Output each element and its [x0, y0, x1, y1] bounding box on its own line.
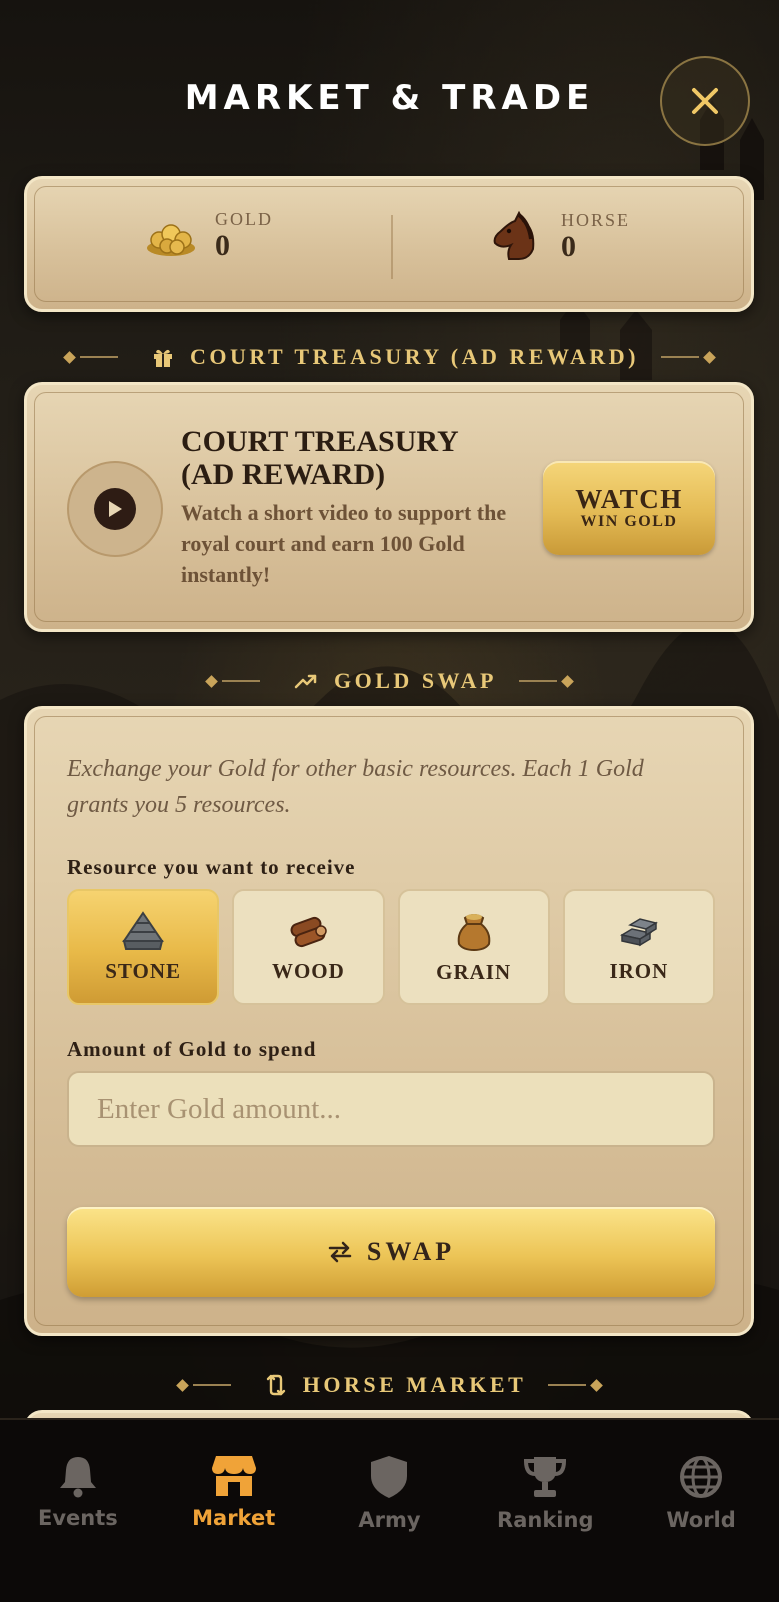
- nav-item-world[interactable]: World: [626, 1420, 776, 1532]
- nav-label: Army: [358, 1508, 421, 1532]
- horse-market-heading: HORSE MARKET: [0, 1372, 779, 1398]
- amount-label: Amount of Gold to spend: [67, 1037, 317, 1061]
- resource-option-label: WOOD: [271, 958, 345, 983]
- swap-arrows-icon: [328, 1241, 352, 1263]
- swap-description: Exchange your Gold for other basic resou…: [67, 756, 644, 818]
- ad-reward-title: COURT TREASURY (AD REWARD): [181, 425, 458, 491]
- swap-button[interactable]: SWAP: [67, 1207, 715, 1297]
- wood-icon: [290, 916, 328, 947]
- resource-option-stone[interactable]: STONE: [67, 889, 220, 1005]
- gold-coins-icon: [147, 223, 195, 256]
- nav-label: Ranking: [497, 1508, 594, 1532]
- globe-icon: [680, 1456, 723, 1498]
- grain-sack-icon: [457, 913, 490, 951]
- horse-head-icon: [493, 210, 535, 260]
- court-treasury-heading: COURT TREASURY (AD REWARD): [0, 344, 779, 370]
- resource-option-grain[interactable]: GRAIN: [397, 889, 550, 1005]
- resource-option-iron[interactable]: IRON: [562, 889, 715, 1005]
- close-button[interactable]: [660, 56, 750, 146]
- nav-item-events[interactable]: Events: [3, 1420, 153, 1530]
- gold-resource: GOLD 0: [145, 209, 273, 262]
- gold-swap-panel: Exchange your Gold for other basic resou…: [24, 706, 754, 1336]
- iron-ingot-icon: [619, 917, 658, 946]
- resource-divider: [391, 215, 393, 279]
- shield-icon: [371, 1456, 408, 1498]
- gold-label: GOLD: [215, 209, 273, 229]
- horse-market-heading-text: HORSE MARKET: [302, 1372, 527, 1397]
- resource-option-label: GRAIN: [436, 959, 512, 984]
- play-icon: [109, 501, 122, 517]
- watch-ad-button[interactable]: WATCH WIN GOLD: [543, 461, 715, 555]
- nav-label: Market: [192, 1506, 276, 1530]
- nav-label: Events: [38, 1506, 118, 1530]
- bell-icon: [59, 1457, 96, 1498]
- gold-value: 0: [215, 229, 230, 262]
- gold-amount-input[interactable]: [67, 1071, 715, 1147]
- resource-option-wood[interactable]: WOOD: [232, 889, 385, 1005]
- exchange-icon: [266, 1374, 285, 1396]
- watch-button-sublabel: WIN GOLD: [580, 513, 678, 530]
- play-video-button[interactable]: [67, 461, 163, 557]
- trophy-icon: [524, 1457, 567, 1497]
- ad-reward-description: Watch a short video to support the royal…: [181, 500, 507, 587]
- swap-button-label: SWAP: [366, 1237, 456, 1266]
- ad-reward-panel: COURT TREASURY (AD REWARD) Watch a short…: [24, 382, 754, 632]
- stone-icon: [122, 910, 165, 950]
- horse-label: HORSE: [561, 209, 631, 230]
- resource-select-label: Resource you want to receive: [67, 855, 356, 879]
- court-treasury-heading-text: COURT TREASURY (AD REWARD): [189, 344, 640, 369]
- trend-up-icon: [294, 674, 317, 689]
- watch-button-label: WATCH: [575, 484, 683, 514]
- nav-item-market[interactable]: Market: [159, 1420, 309, 1530]
- resource-option-label: IRON: [609, 958, 669, 983]
- gold-swap-heading: GOLD SWAP: [0, 668, 779, 694]
- close-icon: [692, 88, 718, 114]
- nav-item-army[interactable]: Army: [314, 1420, 464, 1532]
- resource-panel: GOLD 0 HORSE 0: [24, 176, 754, 312]
- shop-icon: [211, 1456, 256, 1496]
- resource-options: STONE WOOD GRAIN IRON: [67, 889, 715, 1005]
- resource-option-label: STONE: [105, 958, 182, 983]
- horse-resource: HORSE 0: [489, 209, 630, 263]
- gold-swap-heading-text: GOLD SWAP: [334, 668, 497, 693]
- bottom-navigation: Events Market Army Ranking World: [0, 1418, 779, 1602]
- gift-icon: [153, 349, 172, 367]
- nav-item-ranking[interactable]: Ranking: [470, 1420, 620, 1532]
- horse-value: 0: [561, 229, 576, 263]
- nav-label: World: [666, 1508, 736, 1532]
